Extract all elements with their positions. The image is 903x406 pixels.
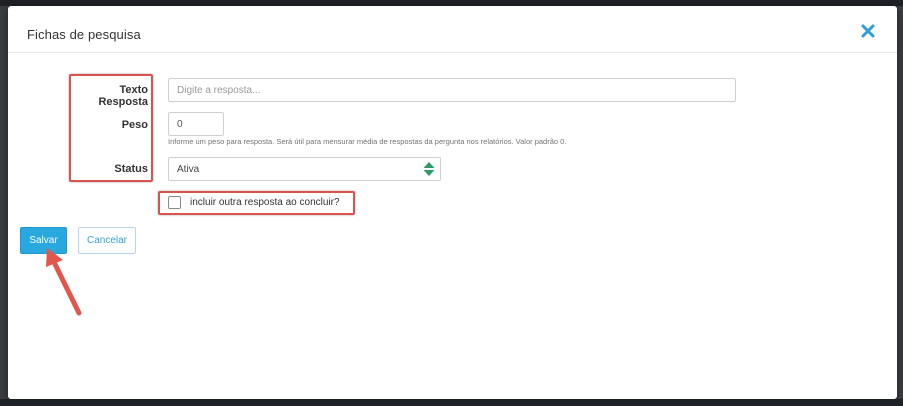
incluir-outra-resposta-option[interactable]: incluir outra resposta ao concluir? — [160, 193, 353, 213]
close-icon[interactable] — [861, 24, 879, 42]
background-left — [0, 6, 8, 406]
pointer-arrow-icon — [46, 248, 82, 316]
modal-dialog: Fichas de pesquisa Texto Resposta Peso I… — [8, 6, 897, 399]
modal-title: Fichas de pesquisa — [27, 27, 141, 42]
sort-arrows-icon — [423, 162, 435, 176]
peso-input[interactable] — [168, 112, 224, 136]
status-label: Status — [114, 163, 148, 175]
status-select[interactable]: Ativa — [168, 157, 441, 181]
texto-resposta-input[interactable] — [168, 78, 736, 102]
peso-help-text: Informe um peso para resposta. Será útil… — [168, 137, 567, 146]
cancel-button[interactable]: Cancelar — [78, 227, 136, 254]
modal-header: Fichas de pesquisa — [8, 6, 897, 53]
background-bottom — [0, 399, 903, 406]
status-select-value: Ativa — [177, 164, 200, 175]
incluir-outra-resposta-checkbox[interactable] — [168, 196, 181, 209]
texto-resposta-label: Texto Resposta — [98, 84, 148, 108]
background-right — [897, 6, 903, 406]
incluir-outra-resposta-label: incluir outra resposta ao concluir? — [190, 197, 340, 208]
save-button[interactable]: Salvar — [20, 227, 67, 254]
peso-label: Peso — [121, 119, 148, 131]
